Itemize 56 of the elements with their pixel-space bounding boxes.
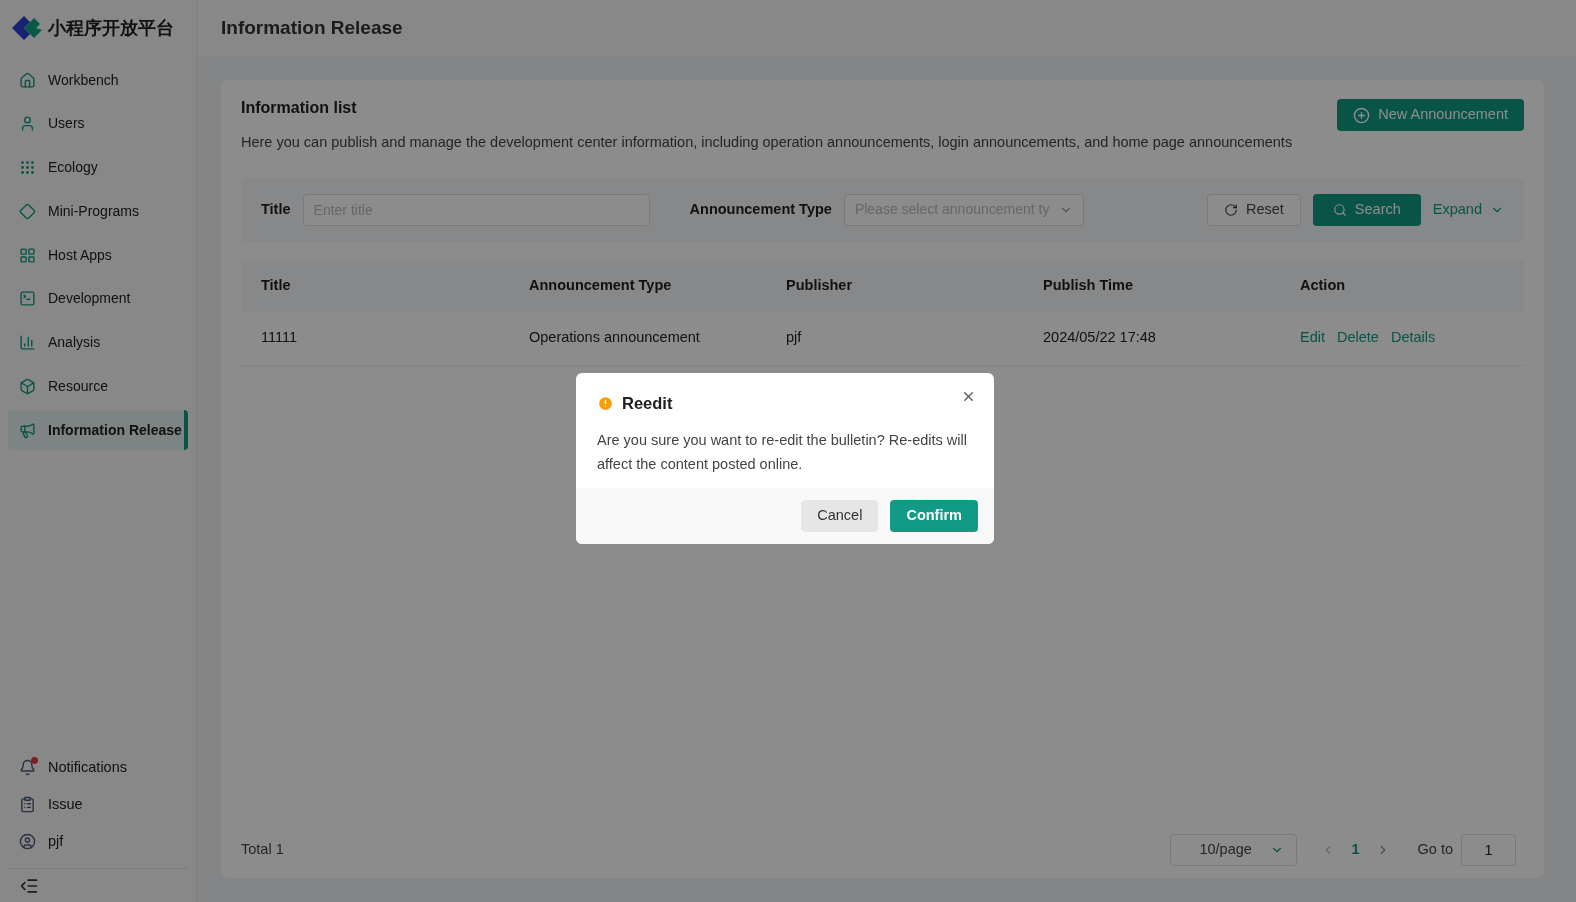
dialog-message: Are you sure you want to re-edit the bulletin? Re-edits will affect the content posted online. — [597, 430, 968, 474]
sidebar-item[interactable]: Issue — [8, 786, 188, 823]
page-title: Information Release — [221, 15, 403, 40]
dialog-title: Reedit — [622, 393, 673, 414]
warning-icon — [597, 394, 614, 412]
card-title: Information list — [241, 98, 358, 118]
table-cell-text: Operations announcement — [529, 328, 701, 348]
search-icon — [1332, 202, 1347, 217]
total-count: Total 1 — [241, 840, 284, 860]
nav-item[interactable]: Ecology — [8, 147, 188, 188]
table-cell-text: 11111 — [261, 328, 299, 348]
confirm-button[interactable]: Confirm — [890, 499, 978, 532]
diamond-icon — [19, 202, 36, 220]
new-announcement-button[interactable]: New Announcement — [1337, 99, 1524, 131]
dots-icon — [19, 159, 36, 177]
nav-item[interactable]: Mini-Programs — [8, 191, 188, 232]
bar-chart-icon — [19, 334, 36, 352]
goto-label: Go to — [1417, 840, 1453, 860]
column-header: Announcement Type — [529, 275, 673, 295]
grid-icon — [19, 246, 36, 264]
column-header: Title — [261, 275, 292, 295]
nav-item[interactable]: Information Release — [8, 410, 188, 451]
nav-item[interactable]: Workbench — [8, 60, 188, 100]
user-icon — [19, 115, 36, 133]
logo-icon — [10, 14, 44, 42]
nav-item[interactable]: Analysis — [8, 322, 188, 363]
user-icon — [19, 833, 36, 850]
filter-label: Announcement Type — [689, 199, 832, 219]
close-icon[interactable] — [961, 389, 976, 404]
column-header: Publisher — [786, 275, 854, 295]
search-button[interactable]: Search — [1312, 193, 1421, 226]
nav-item[interactable]: Users — [8, 103, 188, 144]
column-header: Publish Time — [1043, 275, 1134, 295]
column-header: Action — [1300, 275, 1347, 295]
filter-label: Title — [261, 199, 291, 219]
cube-icon — [19, 378, 36, 396]
bell-icon — [19, 759, 36, 776]
goto-input[interactable]: 1 — [1461, 834, 1516, 866]
clipboard-icon — [19, 796, 36, 813]
home-icon — [19, 71, 36, 89]
table-cell-text: 2024/05/22 17:48 — [1043, 328, 1157, 348]
megaphone-icon — [19, 421, 36, 439]
table-cell-text: pjf — [786, 328, 803, 348]
add-icon — [1353, 106, 1371, 124]
card-description: Here you can publish and manage the development center information, including operation announcements, login announcements, and home page announcements — [241, 133, 1293, 152]
nav-item[interactable]: Resource — [8, 366, 188, 407]
sidebar-item[interactable]: Notifications — [8, 749, 188, 786]
nav-item[interactable]: Development — [8, 279, 188, 319]
page-size-select[interactable]: 10/page — [1170, 834, 1298, 866]
nav-item[interactable]: Host Apps — [8, 235, 188, 276]
cancel-button[interactable]: Cancel — [801, 499, 879, 532]
brand-name: 小程序开放平台 — [48, 16, 174, 40]
sidebar-item[interactable]: pjf — [8, 823, 188, 860]
terminal-icon — [19, 290, 36, 308]
reset-button[interactable]: Reset — [1206, 193, 1301, 226]
refresh-icon — [1223, 202, 1238, 217]
